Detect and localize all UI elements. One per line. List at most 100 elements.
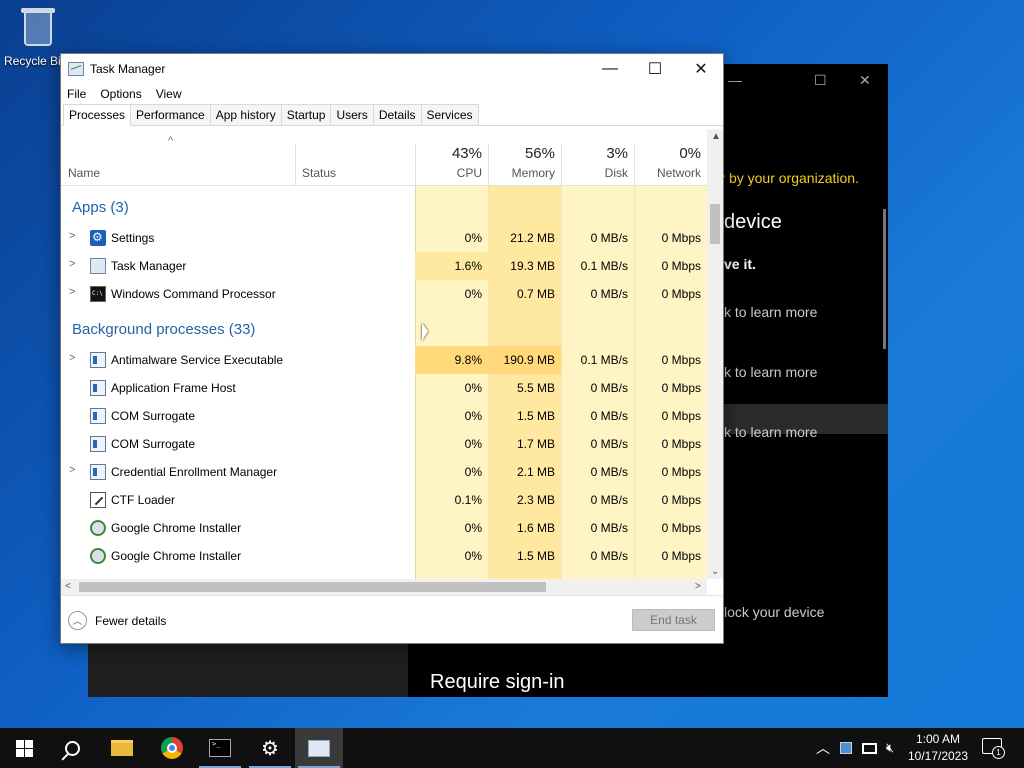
tab-processes[interactable]: Processes — [63, 104, 132, 126]
menu-file[interactable]: File — [67, 87, 86, 101]
tab-startup[interactable]: Startup — [280, 104, 332, 125]
section-heading: device — [724, 211, 782, 233]
disk-cell: 0 MB/s — [590, 493, 628, 507]
scroll-right-icon[interactable]: > — [695, 581, 701, 592]
cpu-cell: 0% — [464, 287, 482, 301]
process-name: COM Surrogate — [111, 409, 196, 423]
disk-cell: 0 MB/s — [590, 521, 628, 535]
process-row[interactable]: Application Frame Host 0% 5.5 MB 0 MB/s … — [61, 374, 707, 402]
column-header-memory[interactable]: 56% Memory — [488, 129, 561, 185]
column-header-cpu[interactable]: 43% CPU — [415, 129, 488, 185]
expand-chevron-icon[interactable]: > — [69, 258, 75, 270]
footer-bar: ︿ Fewer details End task — [61, 595, 723, 643]
expand-chevron-icon[interactable]: > — [69, 286, 75, 298]
menu-view[interactable]: View — [156, 87, 182, 101]
settings-button[interactable]: ⚙ — [246, 728, 294, 768]
process-row[interactable]: > Task Manager 1.6% 19.3 MB 0.1 MB/s 0 M… — [61, 252, 707, 280]
network-cell: 0 Mbps — [661, 287, 701, 301]
clock[interactable]: 1:00 AM 10/17/2023 — [906, 731, 970, 765]
minimize-icon[interactable]: — — [728, 72, 742, 88]
cpu-cell: 0% — [464, 231, 482, 245]
vertical-scrollbar[interactable]: ▲ ⌄ — [707, 129, 723, 579]
command-prompt-button[interactable]: >_ — [196, 728, 244, 768]
process-row[interactable]: > Windows Command Processor 0% 0.7 MB 0 … — [61, 280, 707, 308]
recycle-bin-icon — [18, 6, 58, 50]
task-manager-taskbar-button[interactable] — [295, 728, 343, 768]
column-header-disk[interactable]: 3% Disk — [561, 129, 634, 185]
process-name: Task Manager — [111, 259, 187, 273]
menu-options[interactable]: Options — [100, 87, 141, 101]
window-app-icon — [90, 408, 106, 424]
memory-cell: 1.7 MB — [516, 437, 555, 451]
minimize-button[interactable]: — — [587, 54, 633, 84]
tab-strip: Processes Performance App history Startu… — [61, 104, 723, 126]
network-cell: 0 Mbps — [661, 381, 701, 395]
column-header-name[interactable]: Name — [61, 129, 295, 185]
process-name: Credential Enrollment Manager — [111, 465, 278, 479]
tab-details[interactable]: Details — [372, 104, 422, 125]
disk-cell: 0 MB/s — [590, 409, 628, 423]
learn-more-link-1[interactable]: k to learn more — [724, 304, 817, 320]
scroll-down-icon[interactable]: ⌄ — [711, 566, 719, 577]
process-row[interactable]: > Settings 0% 21.2 MB 0 MB/s 0 Mbps — [61, 224, 707, 252]
expand-chevron-icon[interactable]: > — [69, 352, 75, 364]
process-row[interactable]: Google Chrome Installer 0% 1.6 MB 0 MB/s… — [61, 514, 707, 542]
vertical-scroll-thumb[interactable] — [710, 204, 720, 244]
ctf-loader-icon — [90, 492, 106, 508]
fewer-details-label: Fewer details — [95, 613, 167, 628]
scroll-left-icon[interactable]: < — [65, 581, 71, 592]
process-name: Settings — [111, 231, 155, 245]
close-button[interactable]: ✕ — [678, 54, 724, 84]
tab-performance[interactable]: Performance — [130, 104, 211, 125]
group-background-header[interactable]: Background processes (33) — [72, 321, 255, 338]
start-icon — [15, 739, 33, 757]
horizontal-scrollbar[interactable]: < > — [61, 579, 707, 595]
network-cell: 0 Mbps — [661, 231, 701, 245]
scroll-up-icon[interactable]: ▲ — [711, 131, 721, 142]
network-cell: 0 Mbps — [661, 465, 701, 479]
tray-app-icon[interactable] — [840, 728, 852, 768]
expand-chevron-icon[interactable]: > — [69, 230, 75, 242]
cpu-cell: 0% — [464, 409, 482, 423]
chrome-button[interactable] — [148, 728, 196, 768]
maximize-button[interactable]: ☐ — [632, 54, 678, 84]
fewer-details-button[interactable]: ︿ Fewer details — [68, 611, 166, 630]
network-icon[interactable] — [862, 728, 877, 768]
network-cell: 0 Mbps — [661, 521, 701, 535]
memory-cell: 2.3 MB — [516, 493, 555, 507]
process-row[interactable]: > Credential Enrollment Manager 0% 2.1 M… — [61, 458, 707, 486]
disk-cell: 0.1 MB/s — [580, 353, 628, 367]
background-scrollbar[interactable] — [883, 209, 886, 349]
show-hidden-icons-button[interactable]: ︿ — [816, 728, 830, 768]
process-row[interactable]: > Antimalware Service Executable 9.8% 19… — [61, 346, 707, 374]
process-row[interactable]: COM Surrogate 0% 1.7 MB 0 MB/s 0 Mbps — [61, 430, 707, 458]
tab-app-history[interactable]: App history — [209, 104, 282, 125]
horizontal-scroll-thumb[interactable] — [79, 582, 546, 592]
learn-more-link-3[interactable]: k to learn more — [724, 424, 817, 440]
volume-muted-icon[interactable]: 🔇︎ — [886, 728, 894, 768]
file-explorer-button[interactable] — [98, 728, 146, 768]
cpu-cell: 1.6% — [454, 259, 482, 273]
disk-cell: 0 MB/s — [590, 465, 628, 479]
close-icon[interactable]: ✕ — [859, 72, 871, 89]
notification-center-icon[interactable]: 1 — [982, 738, 1005, 759]
search-button[interactable] — [48, 728, 96, 768]
window-app-icon — [90, 436, 106, 452]
tab-services[interactable]: Services — [420, 104, 479, 125]
column-header-status[interactable]: Status — [295, 129, 415, 185]
start-button[interactable] — [0, 728, 48, 768]
cpu-cell: 0% — [464, 549, 482, 563]
process-row[interactable]: Google Chrome Installer 0% 1.5 MB 0 MB/s… — [61, 542, 707, 570]
process-row[interactable]: COM Surrogate 0% 1.5 MB 0 MB/s 0 Mbps — [61, 402, 707, 430]
tab-users[interactable]: Users — [330, 104, 374, 125]
network-cell: 0 Mbps — [661, 353, 701, 367]
process-row[interactable]: CTF Loader 0.1% 2.3 MB 0 MB/s 0 Mbps — [61, 486, 707, 514]
expand-chevron-icon[interactable]: > — [69, 464, 75, 476]
memory-cell: 1.5 MB — [516, 549, 555, 563]
column-header-network[interactable]: 0% Network — [634, 129, 707, 185]
task-manager-window: Task Manager — ☐ ✕ File Options View Pro… — [60, 53, 724, 644]
end-task-button[interactable]: End task — [632, 609, 715, 631]
learn-more-link-2[interactable]: k to learn more — [724, 364, 817, 380]
maximize-icon[interactable]: ☐ — [814, 72, 827, 89]
group-apps-header[interactable]: Apps (3) — [72, 199, 129, 216]
